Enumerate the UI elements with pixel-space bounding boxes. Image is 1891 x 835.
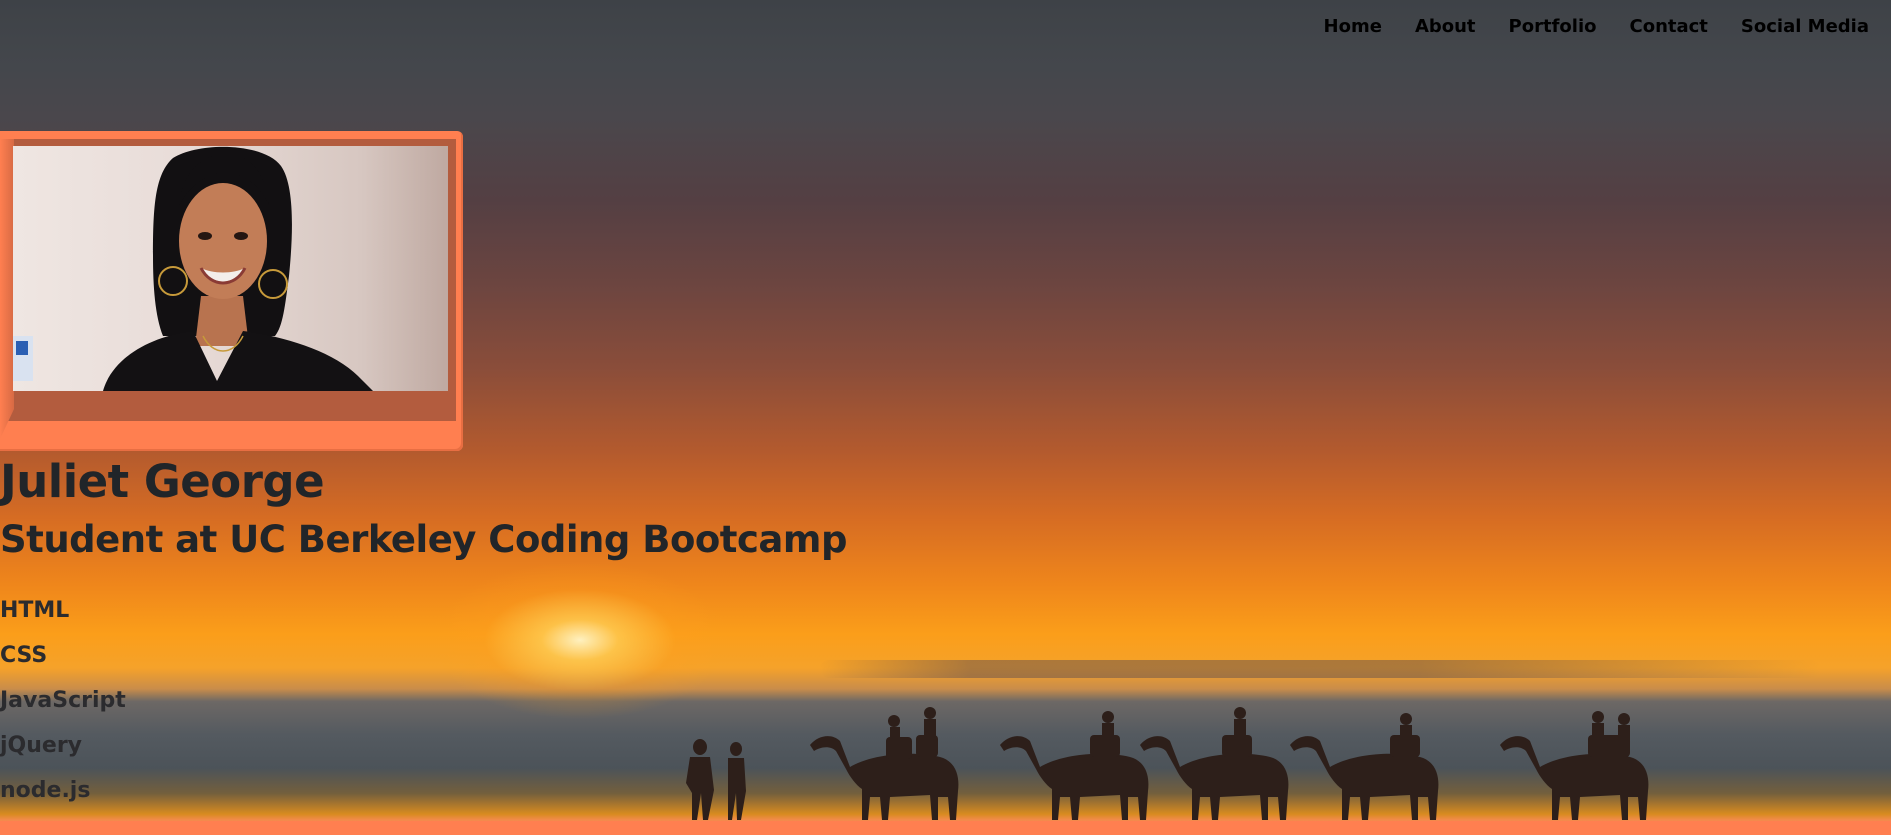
skill-item-javascript: JavaScript xyxy=(0,688,126,713)
photo-frame-bevel xyxy=(0,139,14,439)
skill-item-html: HTML xyxy=(0,598,70,623)
skills-list: HTML CSS JavaScript jQuery node.js xyxy=(0,597,126,822)
top-navigation: Home About Portfolio Contact Social Medi… xyxy=(1324,16,1869,37)
nav-about-link[interactable]: About xyxy=(1415,16,1476,37)
page-background: Home About Portfolio Contact Social Medi… xyxy=(0,0,1891,835)
footer-accent-bar xyxy=(0,821,1891,835)
profile-name: Juliet George xyxy=(0,455,325,508)
nav-contact-link[interactable]: Contact xyxy=(1630,16,1708,37)
nav-social-media-link[interactable]: Social Media xyxy=(1741,16,1869,37)
nav-home-link[interactable]: Home xyxy=(1324,16,1382,37)
profile-photo xyxy=(13,146,448,391)
skill-item-jquery: jQuery xyxy=(0,733,83,758)
nav-portfolio-link[interactable]: Portfolio xyxy=(1509,16,1597,37)
profile-subtitle: Student at UC Berkeley Coding Bootcamp xyxy=(0,518,847,561)
skill-item-css: CSS xyxy=(0,643,48,668)
skill-item-nodejs: node.js xyxy=(0,778,91,803)
camel-caravan-image xyxy=(686,707,1649,820)
